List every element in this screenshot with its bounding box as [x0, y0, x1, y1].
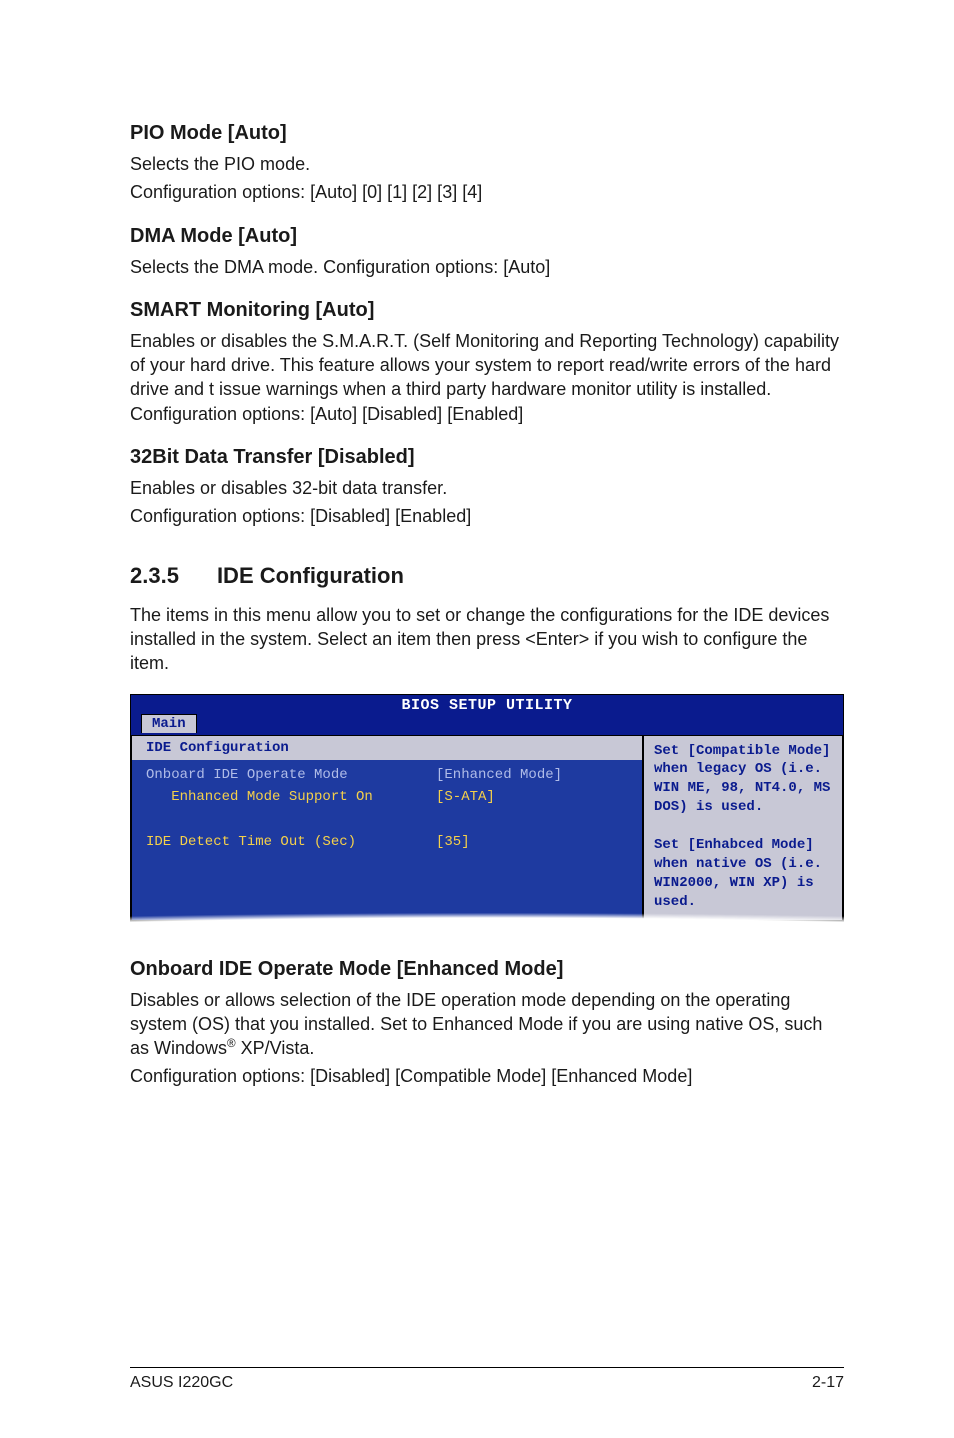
- text-onboard-1: Disables or allows selection of the IDE …: [130, 988, 844, 1061]
- text-idecfg-body: The items in this menu allow you to set …: [130, 603, 844, 676]
- bios-help-panel: Set [Compatible Mode] when legacy OS (i.…: [643, 735, 843, 921]
- heading-number: 2.3.5: [130, 563, 179, 589]
- bios-row-blank: [146, 808, 628, 830]
- footer-left: ASUS I220GC: [130, 1374, 233, 1392]
- text-onboard-1b: XP/Vista.: [236, 1038, 315, 1058]
- bios-left-panel: IDE Configuration Onboard IDE Operate Mo…: [131, 735, 643, 921]
- heading-onboard: Onboard IDE Operate Mode [Enhanced Mode]: [130, 956, 844, 982]
- page-footer: ASUS I220GC 2-17: [130, 1367, 844, 1392]
- bios-row-detect-timeout: IDE Detect Time Out (Sec) [35]: [146, 831, 628, 853]
- text-pio-2: Configuration options: [Auto] [0] [1] [2…: [130, 180, 844, 204]
- bios-titlebar: BIOS SETUP UTILITY: [131, 695, 843, 714]
- bios-screenshot: BIOS SETUP UTILITY Main IDE Configuratio…: [130, 694, 844, 922]
- bios-row-enhanced-support: Enhanced Mode Support On [S-ATA]: [146, 786, 628, 808]
- bios-panel-title: IDE Configuration: [132, 736, 642, 760]
- heading-dma: DMA Mode [Auto]: [130, 223, 844, 249]
- bios-help-text: Set [Compatible Mode] when legacy OS (i.…: [654, 742, 832, 912]
- heading-ide-config: 2.3.5 IDE Configuration: [130, 563, 844, 589]
- text-dma-1: Selects the DMA mode. Configuration opti…: [130, 255, 844, 279]
- bios-label: IDE Detect Time Out (Sec): [146, 831, 436, 853]
- heading-smart: SMART Monitoring [Auto]: [130, 297, 844, 323]
- bios-tab-row: Main: [131, 714, 843, 735]
- bios-value: [S-ATA]: [436, 786, 628, 808]
- bios-value: [Enhanced Mode]: [436, 764, 628, 786]
- bios-row-onboard: Onboard IDE Operate Mode [Enhanced Mode]: [146, 764, 628, 786]
- bios-tab-main: Main: [141, 714, 197, 733]
- bios-value: [35]: [436, 831, 628, 853]
- text-32bit-1: Enables or disables 32-bit data transfer…: [130, 476, 844, 500]
- footer-right: 2-17: [812, 1374, 844, 1392]
- bios-label: Enhanced Mode Support On: [146, 786, 436, 808]
- text-onboard-2: Configuration options: [Disabled] [Compa…: [130, 1064, 844, 1088]
- heading-32bit: 32Bit Data Transfer [Disabled]: [130, 444, 844, 470]
- heading-title: IDE Configuration: [217, 563, 404, 589]
- text-32bit-2: Configuration options: [Disabled] [Enabl…: [130, 504, 844, 528]
- heading-pio: PIO Mode [Auto]: [130, 120, 844, 146]
- bios-label: Onboard IDE Operate Mode: [146, 764, 436, 786]
- reg-symbol: ®: [227, 1037, 236, 1050]
- text-smart-1: Enables or disables the S.M.A.R.T. (Self…: [130, 329, 844, 426]
- text-pio-1: Selects the PIO mode.: [130, 152, 844, 176]
